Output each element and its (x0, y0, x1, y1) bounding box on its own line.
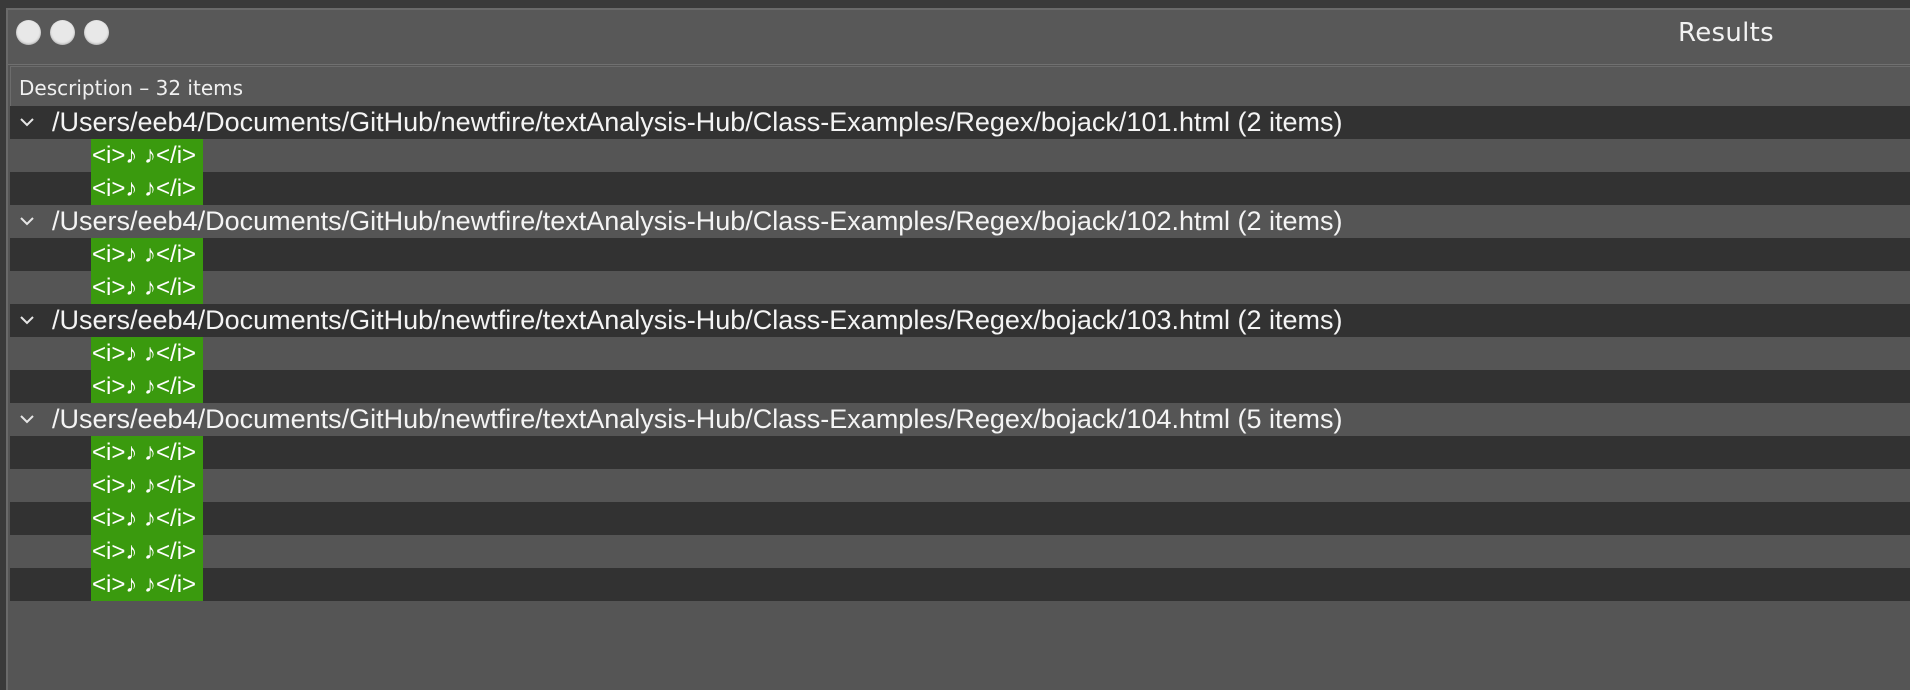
match-row[interactable]: <i>♪ ♪</i> (10, 172, 1910, 205)
result-file-row[interactable]: /Users/eeb4/Documents/GitHub/newtfire/te… (10, 304, 1910, 337)
chevron-down-icon[interactable] (18, 113, 36, 131)
title-bar: Results (8, 10, 1910, 65)
minimize-window-button[interactable] (50, 20, 75, 45)
match-row[interactable]: <i>♪ ♪</i> (10, 337, 1910, 370)
match-row[interactable]: <i>♪ ♪</i> (10, 271, 1910, 304)
result-file-path: /Users/eeb4/Documents/GitHub/newtfire/te… (52, 305, 1343, 335)
result-file-row[interactable]: /Users/eeb4/Documents/GitHub/newtfire/te… (10, 106, 1910, 139)
match-row[interactable]: <i>♪ ♪</i> (10, 502, 1910, 535)
match-highlight: <i>♪ ♪</i> (91, 370, 203, 403)
match-row[interactable]: <i>♪ ♪</i> (10, 568, 1910, 601)
match-highlight: <i>♪ ♪</i> (91, 271, 203, 304)
match-highlight: <i>♪ ♪</i> (91, 469, 203, 502)
match-row[interactable]: <i>♪ ♪</i> (10, 469, 1910, 502)
match-highlight: <i>♪ ♪</i> (91, 502, 203, 535)
match-highlight: <i>♪ ♪</i> (91, 535, 203, 568)
results-window: Results Description – 32 items /Users/ee… (6, 8, 1910, 690)
match-row[interactable]: <i>♪ ♪</i> (10, 238, 1910, 271)
match-row[interactable]: <i>♪ ♪</i> (10, 535, 1910, 568)
match-highlight: <i>♪ ♪</i> (91, 238, 203, 271)
results-tree: /Users/eeb4/Documents/GitHub/newtfire/te… (10, 106, 1910, 601)
match-highlight: <i>♪ ♪</i> (91, 568, 203, 601)
result-file-row[interactable]: /Users/eeb4/Documents/GitHub/newtfire/te… (10, 403, 1910, 436)
description-column-header[interactable]: Description – 32 items (10, 66, 1910, 106)
close-window-button[interactable] (16, 20, 41, 45)
result-file-path: /Users/eeb4/Documents/GitHub/newtfire/te… (52, 404, 1343, 434)
window-title: Results (1678, 18, 1774, 48)
zoom-window-button[interactable] (84, 20, 109, 45)
match-row[interactable]: <i>♪ ♪</i> (10, 139, 1910, 172)
chevron-down-icon[interactable] (18, 311, 36, 329)
match-highlight: <i>♪ ♪</i> (91, 337, 203, 370)
chevron-down-icon[interactable] (18, 410, 36, 428)
result-file-path: /Users/eeb4/Documents/GitHub/newtfire/te… (52, 206, 1343, 236)
match-highlight: <i>♪ ♪</i> (91, 139, 203, 172)
chevron-down-icon[interactable] (18, 212, 36, 230)
match-row[interactable]: <i>♪ ♪</i> (10, 436, 1910, 469)
match-row[interactable]: <i>♪ ♪</i> (10, 370, 1910, 403)
column-header-label: Description – 32 items (19, 76, 244, 100)
result-file-path: /Users/eeb4/Documents/GitHub/newtfire/te… (52, 107, 1343, 137)
result-file-row[interactable]: /Users/eeb4/Documents/GitHub/newtfire/te… (10, 205, 1910, 238)
match-highlight: <i>♪ ♪</i> (91, 436, 203, 469)
match-highlight: <i>♪ ♪</i> (91, 172, 203, 205)
